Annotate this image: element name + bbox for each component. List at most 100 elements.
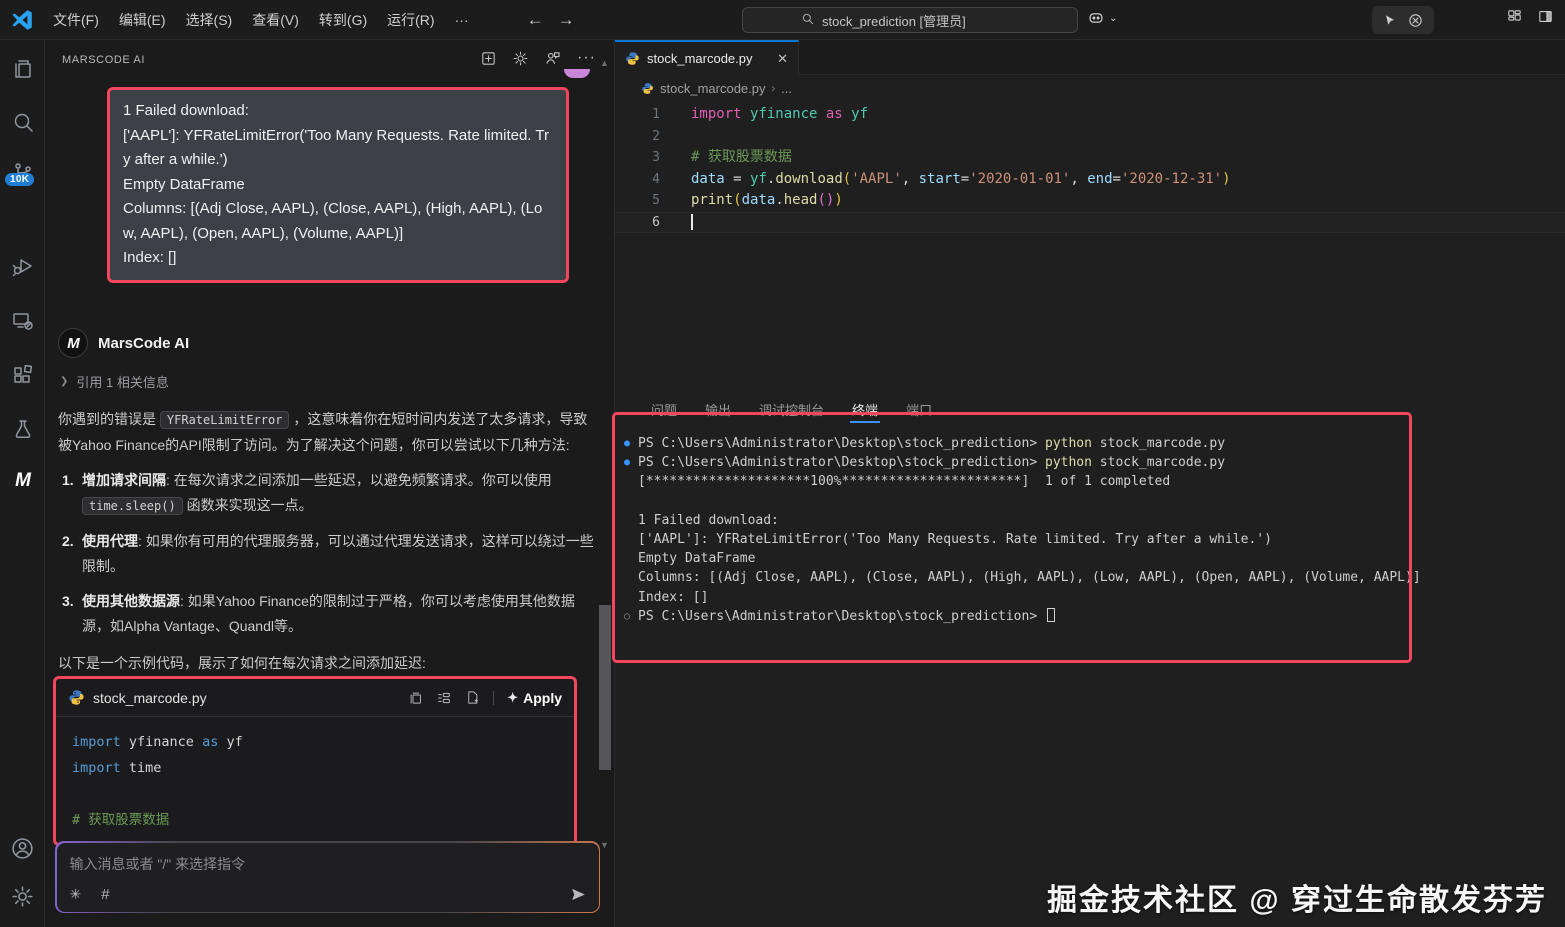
panel-tab-1[interactable]: 问题 — [637, 392, 691, 426]
menu-item[interactable]: 选择(S) — [176, 5, 243, 35]
terminal-bullet-icon: ○ — [624, 610, 631, 622]
panel-tab-2[interactable]: 输出 — [691, 392, 745, 426]
menu-more[interactable]: ··· — [445, 7, 479, 33]
nav-back-icon[interactable]: ← — [527, 10, 544, 30]
scroll-down-icon[interactable]: ▼ — [600, 840, 609, 850]
editor-group: stock_marcode.py ✕ stock_marcode.py › ..… — [615, 40, 1565, 927]
chat-input-border: 输入消息或者 "/" 来选择指令 ✳ # — [55, 841, 600, 913]
copilot-menu[interactable]: ⌄ — [1086, 8, 1117, 28]
titlebar-button-group — [1372, 6, 1434, 34]
terminal-bullet-icon: ● — [624, 457, 631, 469]
terminal-line: 1 Failed download: — [638, 512, 779, 528]
sidebar-scrollbar[interactable]: ▲ ▼ — [596, 40, 614, 927]
sidebar-header: MARSCODE AI ··· — [45, 40, 614, 80]
chat-input[interactable]: 输入消息或者 "/" 来选择指令 ✳ # — [56, 842, 599, 912]
output-line: 1 Failed download: — [123, 102, 249, 119]
remote-explorer-icon[interactable] — [0, 301, 45, 341]
layout-grid-icon[interactable] — [1506, 8, 1523, 25]
terminal-output[interactable]: ● PS C:\Users\Administrator\Desktop\stock… — [615, 434, 1565, 626]
menu-item[interactable]: 转到(G) — [309, 5, 377, 35]
context-hash-icon[interactable]: # — [101, 886, 109, 903]
nav-forward-icon[interactable]: → — [558, 10, 575, 30]
terminal-line: Columns: [(Adj Close, AAPL), (Close, AAP… — [638, 570, 1421, 586]
text-cursor — [691, 213, 693, 230]
panel-tab-4[interactable]: 终端 — [838, 392, 892, 426]
command-center-search[interactable]: stock_prediction [管理员] — [742, 7, 1078, 33]
code-card-line: import yfinance as yf — [72, 734, 243, 750]
terminal-bullet-icon: ● — [624, 438, 631, 449]
divider — [493, 690, 495, 705]
suggestion-list: 1. 增加请求间隔: 在每次请求之间添加一些延迟，以避免频繁请求。你可以使用 ti… — [62, 468, 598, 639]
send-icon[interactable] — [570, 886, 587, 903]
panel-tab-3[interactable]: 调试控制台 — [745, 392, 838, 426]
insert-code-icon[interactable] — [436, 690, 452, 706]
code-line[interactable]: 4 data = yf.download('AAPL', start='2020-… — [615, 169, 1565, 191]
chat-output-block: 1 Failed download: ['AAPL']: YFRateLimitE… — [107, 87, 569, 283]
terminal-line: ● PS C:\Users\Administrator\Desktop\stock… — [615, 453, 1565, 472]
sidebar-more-icon[interactable]: ··· — [577, 49, 596, 67]
list-item: 1. 增加请求间隔: 在每次请求之间添加一些延迟，以避免频繁请求。你可以使用 ti… — [62, 472, 552, 515]
new-file-icon[interactable] — [465, 690, 480, 705]
explorer-icon[interactable] — [0, 48, 45, 88]
breadcrumb-separator: › — [771, 82, 776, 95]
code-card-line — [72, 781, 558, 807]
panel-tab-bar: 问题 输出 调试控制台 终端 端口 — [615, 392, 946, 426]
testing-flask-icon[interactable] — [0, 409, 45, 449]
copilot-icon — [1086, 8, 1106, 28]
breadcrumb[interactable]: stock_marcode.py › ... — [615, 75, 792, 102]
menu-item[interactable]: 查看(V) — [242, 5, 309, 35]
editor-tab-bar: stock_marcode.py ✕ — [615, 40, 1565, 75]
marscode-view-icon[interactable]: M — [0, 461, 45, 501]
tab-stock-marcode[interactable]: stock_marcode.py ✕ — [615, 40, 799, 75]
code-line[interactable]: 6 — [615, 211, 1565, 233]
tab-close-icon[interactable]: ✕ — [777, 51, 788, 67]
code-line[interactable]: 1 import yfinance as yf — [615, 104, 1565, 126]
search-view-icon[interactable] — [0, 102, 45, 142]
chat-settings-gear-icon[interactable] — [512, 50, 529, 67]
panel-layout-icon[interactable] — [1537, 8, 1554, 25]
scrollbar-thumb[interactable] — [599, 605, 611, 770]
search-icon — [801, 12, 815, 29]
apply-button[interactable]: ✦ Apply — [507, 690, 562, 706]
extensions-icon[interactable] — [0, 355, 45, 395]
account-icon[interactable] — [0, 828, 45, 868]
menu-item[interactable]: 编辑(E) — [109, 5, 176, 35]
vscode-window: 文件(F) 编辑(E) 选择(S) 查看(V) 转到(G) 运行(R) ··· ← → s… — [0, 0, 1565, 927]
sparkle-icon: ✦ — [507, 689, 519, 705]
vscode-logo-icon — [12, 9, 32, 30]
commands-icon[interactable]: ✳ — [70, 886, 82, 903]
marscode-sidebar: MARSCODE AI ··· 1 Failed download: ['AAPL… — [45, 40, 615, 927]
code-card-line: import time — [72, 760, 162, 776]
copy-icon[interactable] — [408, 690, 423, 705]
code-line[interactable]: 5 print(data.head()) — [615, 190, 1565, 212]
reference-row[interactable]: ❯ 引用 1 相关信息 — [60, 372, 598, 391]
terminal-cursor — [1047, 607, 1055, 622]
scroll-up-icon[interactable]: ▲ — [600, 58, 609, 68]
code-line[interactable]: 2 — [615, 126, 1565, 148]
assistant-message: M MarsCode AI ❯ 引用 1 相关信息 你遇到的错误是 YFRate… — [58, 328, 598, 673]
settings-gear-icon[interactable] — [0, 876, 45, 916]
code-card-header: stock_marcode.py ✦ Apply — [56, 679, 574, 717]
screencast-pointer-icon[interactable] — [1382, 12, 1398, 28]
tab-label: stock_marcode.py — [647, 51, 753, 66]
new-chat-icon[interactable] — [480, 50, 497, 67]
panel-tab-5[interactable]: 端口 — [892, 392, 946, 426]
source-control-icon[interactable] — [0, 152, 45, 192]
output-line: ['AAPL']: YFRateLimitError('Too Many Req… — [123, 126, 549, 169]
python-icon — [626, 52, 639, 65]
terminal-line: [*********************100%**************… — [638, 474, 1171, 490]
terminal-line: Empty DataFrame — [638, 551, 756, 567]
stop-circle-icon[interactable] — [1407, 12, 1424, 29]
run-debug-icon[interactable] — [0, 246, 45, 286]
menu-item[interactable]: 文件(F) — [43, 5, 109, 35]
chat-input-placeholder: 输入消息或者 "/" 来选择指令 — [69, 855, 246, 872]
menu-item[interactable]: 运行(R) — [377, 5, 444, 35]
code-line[interactable]: 3 # 获取股票数据 — [615, 147, 1565, 169]
editor-code[interactable]: 1 import yfinance as yf 2 3 # 获取股票数据 4 data = … — [615, 104, 1565, 233]
marscode-logo-icon: M — [58, 328, 88, 358]
feedback-person-icon[interactable] — [544, 49, 562, 67]
terminal-line: ○ PS C:\Users\Administrator\Desktop\stock… — [615, 607, 1565, 626]
breadcrumb-file: stock_marcode.py — [660, 81, 766, 96]
python-icon — [642, 83, 653, 94]
